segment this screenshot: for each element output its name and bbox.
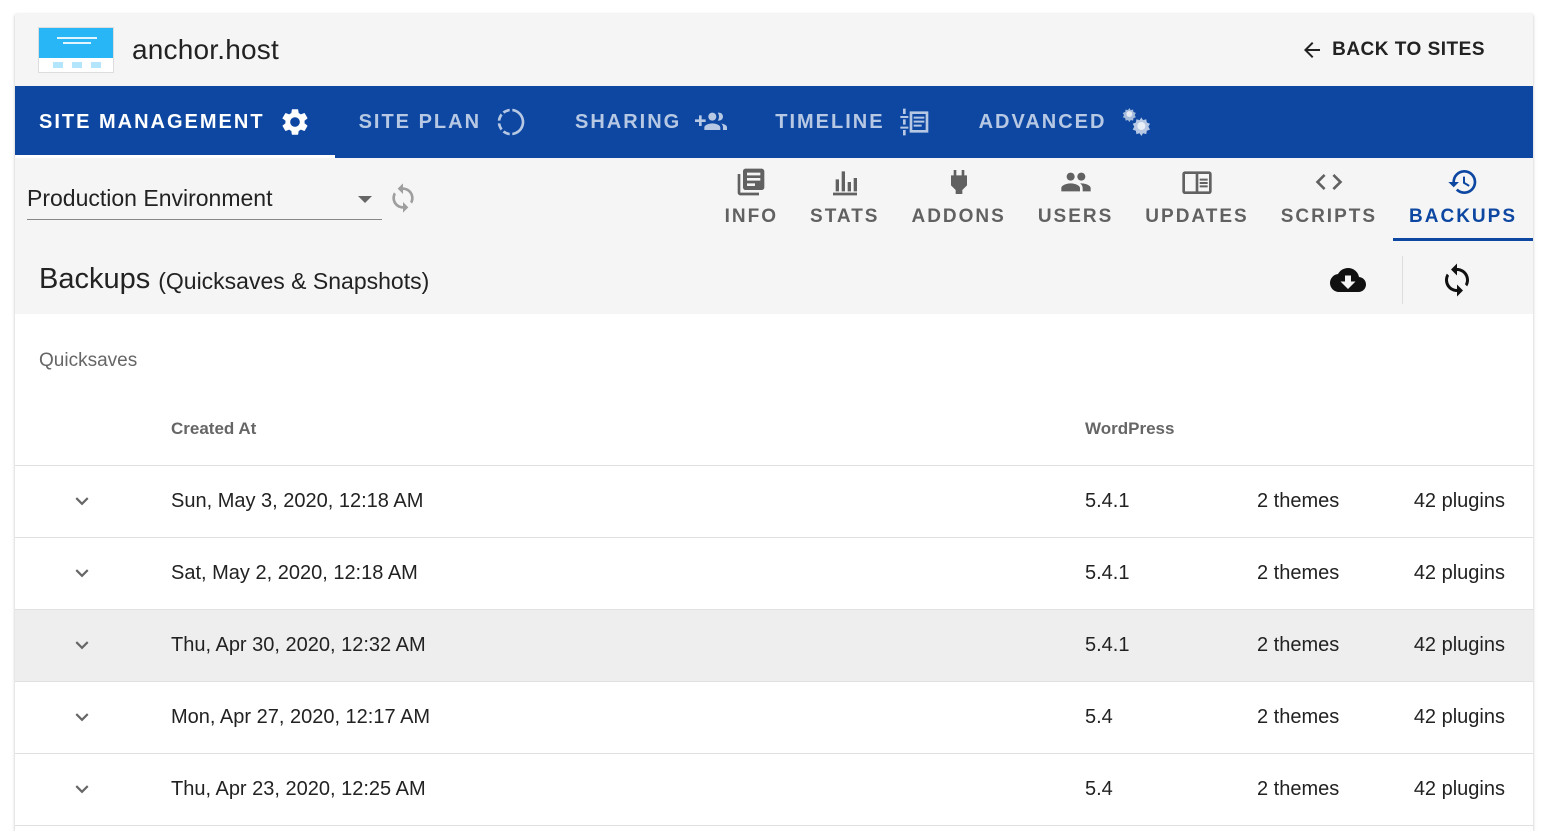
- subtab-label: UPDATES: [1145, 206, 1249, 227]
- table-row[interactable]: Sun, May 3, 2020, 12:18 AM 5.4.1 2 theme…: [15, 466, 1533, 538]
- row-plugins: 42 plugins: [1413, 778, 1505, 800]
- arrow-left-icon: [1304, 42, 1321, 58]
- chevron-down-icon[interactable]: [69, 560, 95, 586]
- timeline-text-icon: [899, 108, 928, 136]
- site-card: anchor.host BACK TO SITES SITE MANAGEMEN…: [15, 14, 1533, 831]
- tab-label: ADVANCED: [978, 110, 1107, 133]
- subtab-label: USERS: [1037, 206, 1114, 227]
- table-row[interactable]: Thu, Apr 23, 2020, 12:25 AM 5.4 2 themes…: [15, 754, 1533, 826]
- row-created-at: Sun, May 3, 2020, 12:18 AM: [171, 490, 424, 512]
- tab-advanced[interactable]: ADVANCED: [955, 86, 1177, 158]
- bar-chart-icon: [832, 171, 857, 196]
- tab-label: SITE MANAGEMENT: [39, 110, 265, 133]
- row-plugins: 42 plugins: [1413, 490, 1505, 512]
- quicksaves-table: Created At WordPress Sun, May 3, 2020, 1…: [15, 394, 1533, 826]
- site-title: anchor.host: [132, 34, 279, 65]
- site-header: anchor.host BACK TO SITES: [15, 14, 1533, 86]
- chevron-down-icon[interactable]: [69, 632, 95, 658]
- backup-restore-icon: [1448, 170, 1477, 195]
- table-header: Created At WordPress: [15, 394, 1533, 466]
- subtab-info[interactable]: INFO: [709, 158, 794, 244]
- subtab-users[interactable]: USERS: [1022, 158, 1129, 244]
- sync-icon[interactable]: [387, 182, 419, 214]
- download-backup-button[interactable]: [1324, 256, 1372, 304]
- tab-label: SITE PLAN: [358, 110, 482, 133]
- page: anchor.host BACK TO SITES SITE MANAGEMEN…: [0, 0, 1550, 831]
- table-row[interactable]: Thu, Apr 30, 2020, 12:32 AM 5.4.1 2 them…: [15, 610, 1533, 682]
- environment-bar: Production Environment INFO STATS ADDONS: [15, 158, 1533, 244]
- row-plugins: 42 plugins: [1413, 706, 1505, 728]
- subtab-label: INFO: [724, 206, 779, 227]
- row-wordpress: 5.4.1: [1085, 562, 1130, 584]
- tab-label: SHARING: [575, 110, 682, 133]
- row-plugins: 42 plugins: [1413, 634, 1505, 656]
- row-created-at: Thu, Apr 23, 2020, 12:25 AM: [171, 778, 426, 800]
- refresh-backups-button[interactable]: [1433, 256, 1481, 304]
- row-created-at: Thu, Apr 30, 2020, 12:32 AM: [171, 634, 426, 656]
- users-icon: [1060, 172, 1091, 192]
- table-row[interactable]: Sat, May 2, 2020, 12:18 AM 5.4.1 2 theme…: [15, 538, 1533, 610]
- row-wordpress: 5.4.1: [1085, 634, 1130, 656]
- row-themes: 2 themes: [1257, 562, 1340, 584]
- progress-circle-icon: [497, 108, 525, 136]
- row-wordpress: 5.4.1: [1085, 490, 1130, 512]
- tab-site-management[interactable]: SITE MANAGEMENT: [15, 86, 335, 158]
- divider: [1402, 256, 1403, 304]
- gear-icon: [281, 109, 308, 135]
- row-wordpress: 5.4: [1085, 706, 1113, 728]
- backups-header: Backups (Quicksaves & Snapshots): [15, 244, 1533, 314]
- back-to-sites-button[interactable]: BACK TO SITES: [1300, 38, 1485, 62]
- primary-nav: SITE MANAGEMENT SITE PLAN SHARING TIMELI…: [15, 86, 1533, 158]
- row-created-at: Sat, May 2, 2020, 12:18 AM: [171, 562, 418, 584]
- row-created-at: Mon, Apr 27, 2020, 12:17 AM: [171, 706, 431, 728]
- subtab-label: ADDONS: [911, 206, 1006, 227]
- subtab-backups[interactable]: BACKUPS: [1393, 158, 1533, 244]
- tab-sharing[interactable]: SHARING: [551, 86, 751, 158]
- header-created-at[interactable]: Created At: [171, 419, 256, 439]
- subtab-label: STATS: [810, 206, 880, 227]
- subtab-label: BACKUPS: [1409, 206, 1517, 227]
- cloud-download-icon: [1330, 268, 1366, 292]
- tab-site-plan[interactable]: SITE PLAN: [335, 86, 551, 158]
- subtab-stats[interactable]: STATS: [794, 158, 895, 244]
- row-wordpress: 5.4: [1085, 778, 1113, 800]
- subtab-addons[interactable]: ADDONS: [895, 158, 1021, 244]
- code-icon: [1315, 174, 1343, 190]
- site-subtabs: INFO STATS ADDONS USERS UPDATES SCRIPTS …: [709, 158, 1533, 244]
- environment-select[interactable]: Production Environment: [27, 178, 382, 220]
- book-open-icon: [1182, 171, 1212, 194]
- back-to-sites-label: BACK TO SITES: [1332, 39, 1485, 60]
- subtab-scripts[interactable]: SCRIPTS: [1265, 158, 1393, 244]
- tab-timeline[interactable]: TIMELINE: [751, 86, 954, 158]
- subtab-updates[interactable]: UPDATES: [1129, 158, 1264, 244]
- section-actions: [1324, 256, 1481, 304]
- row-themes: 2 themes: [1257, 490, 1340, 512]
- environment-value: Production Environment: [27, 185, 273, 211]
- row-themes: 2 themes: [1257, 706, 1340, 728]
- account-plus-icon: [695, 112, 728, 130]
- chevron-down-icon[interactable]: [69, 704, 95, 730]
- table-row[interactable]: Mon, Apr 27, 2020, 12:17 AM 5.4 2 themes…: [15, 682, 1533, 754]
- caret-down-icon: [358, 196, 372, 203]
- sync-icon: [1445, 263, 1469, 297]
- tab-label: TIMELINE: [775, 110, 885, 133]
- row-themes: 2 themes: [1257, 778, 1340, 800]
- subtab-label: SCRIPTS: [1280, 206, 1378, 227]
- site-thumbnail: [38, 27, 114, 73]
- chevron-down-icon[interactable]: [69, 776, 95, 802]
- row-themes: 2 themes: [1257, 634, 1340, 656]
- power-plug-icon: [950, 170, 967, 194]
- cogs-icon: [1123, 108, 1151, 136]
- chevron-down-icon[interactable]: [69, 488, 95, 514]
- row-plugins: 42 plugins: [1413, 562, 1505, 584]
- section-title: Backups: [39, 262, 151, 295]
- header-wordpress[interactable]: WordPress: [1085, 419, 1174, 439]
- section-subtitle: (Quicksaves & Snapshots): [158, 267, 430, 294]
- quicksaves-label: Quicksaves: [39, 350, 138, 371]
- newspaper-icon: [737, 168, 765, 196]
